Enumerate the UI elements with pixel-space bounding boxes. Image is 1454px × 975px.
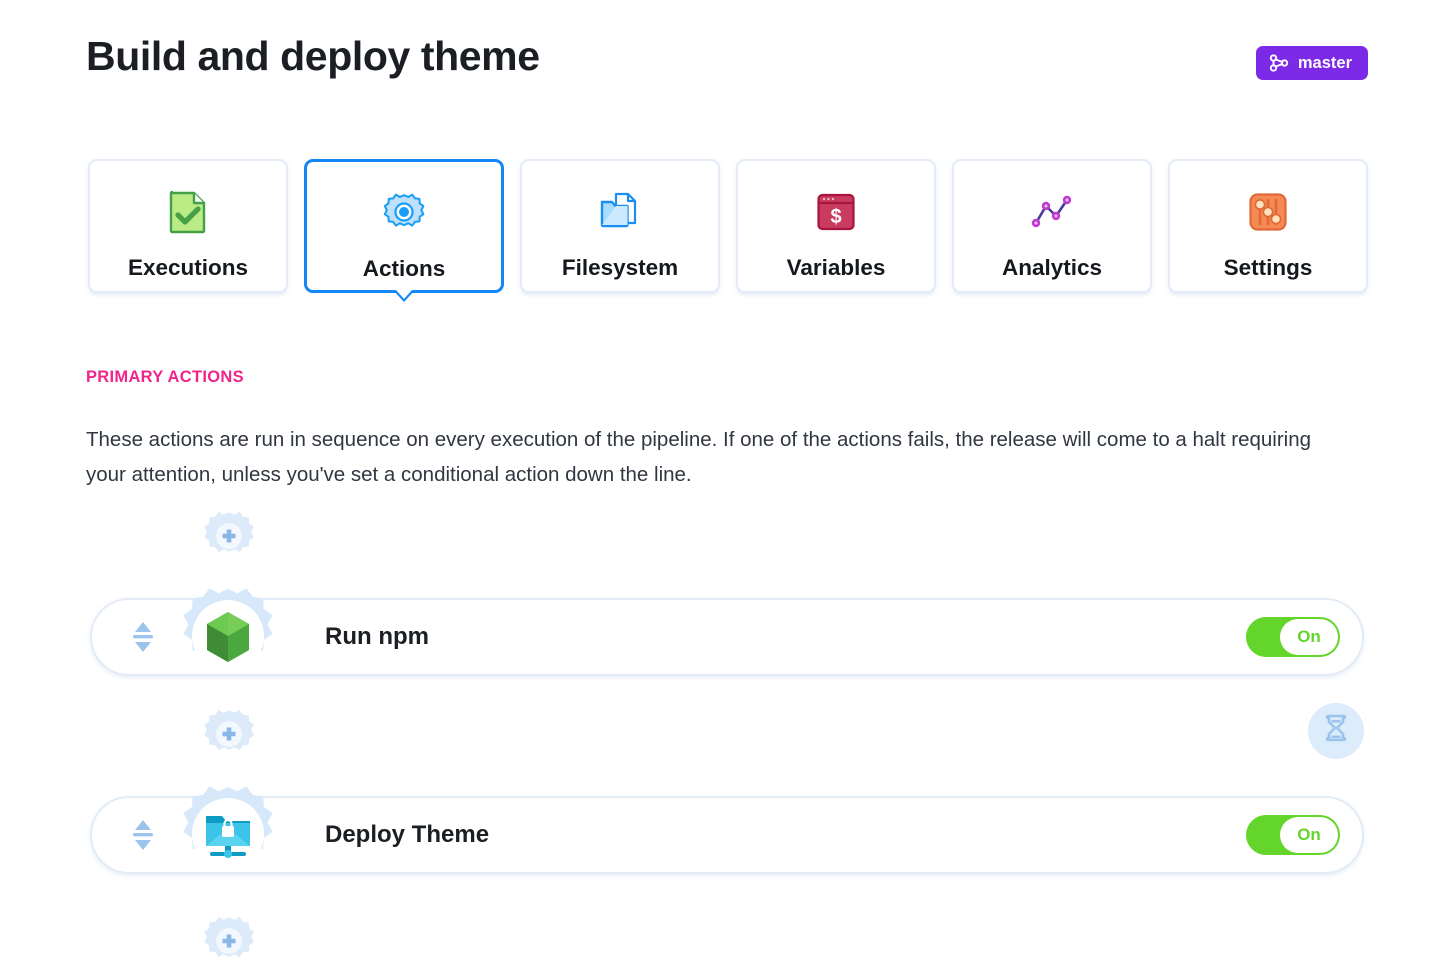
gear-icon [381, 190, 427, 236]
add-action-button-top[interactable] [196, 505, 262, 571]
primary-actions-list: Run npm On Deploy Theme On [0, 505, 1454, 975]
git-branch-icon [1269, 53, 1289, 73]
folder-file-icon [597, 189, 643, 235]
tab-label: Filesystem [561, 255, 679, 280]
toggle-label: On [1280, 817, 1338, 853]
tab-label: Actions [362, 256, 446, 281]
action-toggle[interactable]: On [1246, 617, 1340, 657]
action-icon-button[interactable] [175, 782, 281, 888]
drag-updown-icon[interactable] [128, 817, 158, 853]
toggle-label: On [1280, 619, 1338, 655]
wait-badge[interactable] [1308, 703, 1364, 759]
tab-analytics[interactable]: Analytics [952, 159, 1152, 293]
action-icon-button[interactable] [175, 584, 281, 690]
action-row: Run npm On [0, 588, 1454, 685]
document-check-icon [165, 189, 211, 235]
svg-text:$: $ [830, 206, 841, 228]
page-title: Build and deploy theme [86, 33, 540, 79]
tab-label: Executions [127, 255, 249, 280]
dollar-window-icon: $ [813, 189, 859, 235]
tab-filesystem[interactable]: Filesystem [520, 159, 720, 293]
line-chart-icon [1029, 189, 1075, 235]
add-action-button-middle[interactable] [196, 703, 262, 769]
tab-label: Analytics [1001, 255, 1103, 280]
sliders-icon [1245, 189, 1291, 235]
action-row: Deploy Theme On [0, 786, 1454, 883]
tab-label: Variables [786, 255, 886, 280]
active-tab-pointer [393, 290, 415, 302]
primary-actions-heading: PRIMARY ACTIONS [86, 368, 244, 386]
primary-actions-description: These actions are run in sequence on eve… [86, 428, 1312, 486]
tab-settings[interactable]: Settings [1168, 159, 1368, 293]
tab-executions[interactable]: Executions [88, 159, 288, 293]
tab-label: Settings [1223, 255, 1313, 280]
hourglass-icon [1323, 714, 1349, 749]
action-separator [0, 703, 1454, 769]
action-name: Deploy Theme [325, 821, 490, 848]
add-action-button-bottom[interactable] [196, 910, 262, 975]
drag-updown-icon[interactable] [128, 619, 158, 655]
sftp-folder-lock-icon [175, 782, 281, 888]
page-header: Build and deploy theme master [0, 0, 1454, 120]
action-card[interactable]: Deploy Theme On [90, 796, 1364, 874]
tab-actions[interactable]: Actions [304, 159, 504, 302]
pipeline-page: Build and deploy theme master Executions… [0, 0, 1454, 975]
branch-badge[interactable]: master [1255, 46, 1368, 80]
action-card[interactable]: Run npm On [90, 598, 1364, 676]
action-toggle[interactable]: On [1246, 815, 1340, 855]
nodejs-hexagon-icon [175, 584, 281, 690]
tab-bar: Executions Actions Filesystem $ Variable… [88, 159, 1368, 302]
action-name: Run npm [325, 623, 429, 650]
tab-variables[interactable]: $ Variables [736, 159, 936, 293]
branch-name: master [1297, 53, 1352, 72]
